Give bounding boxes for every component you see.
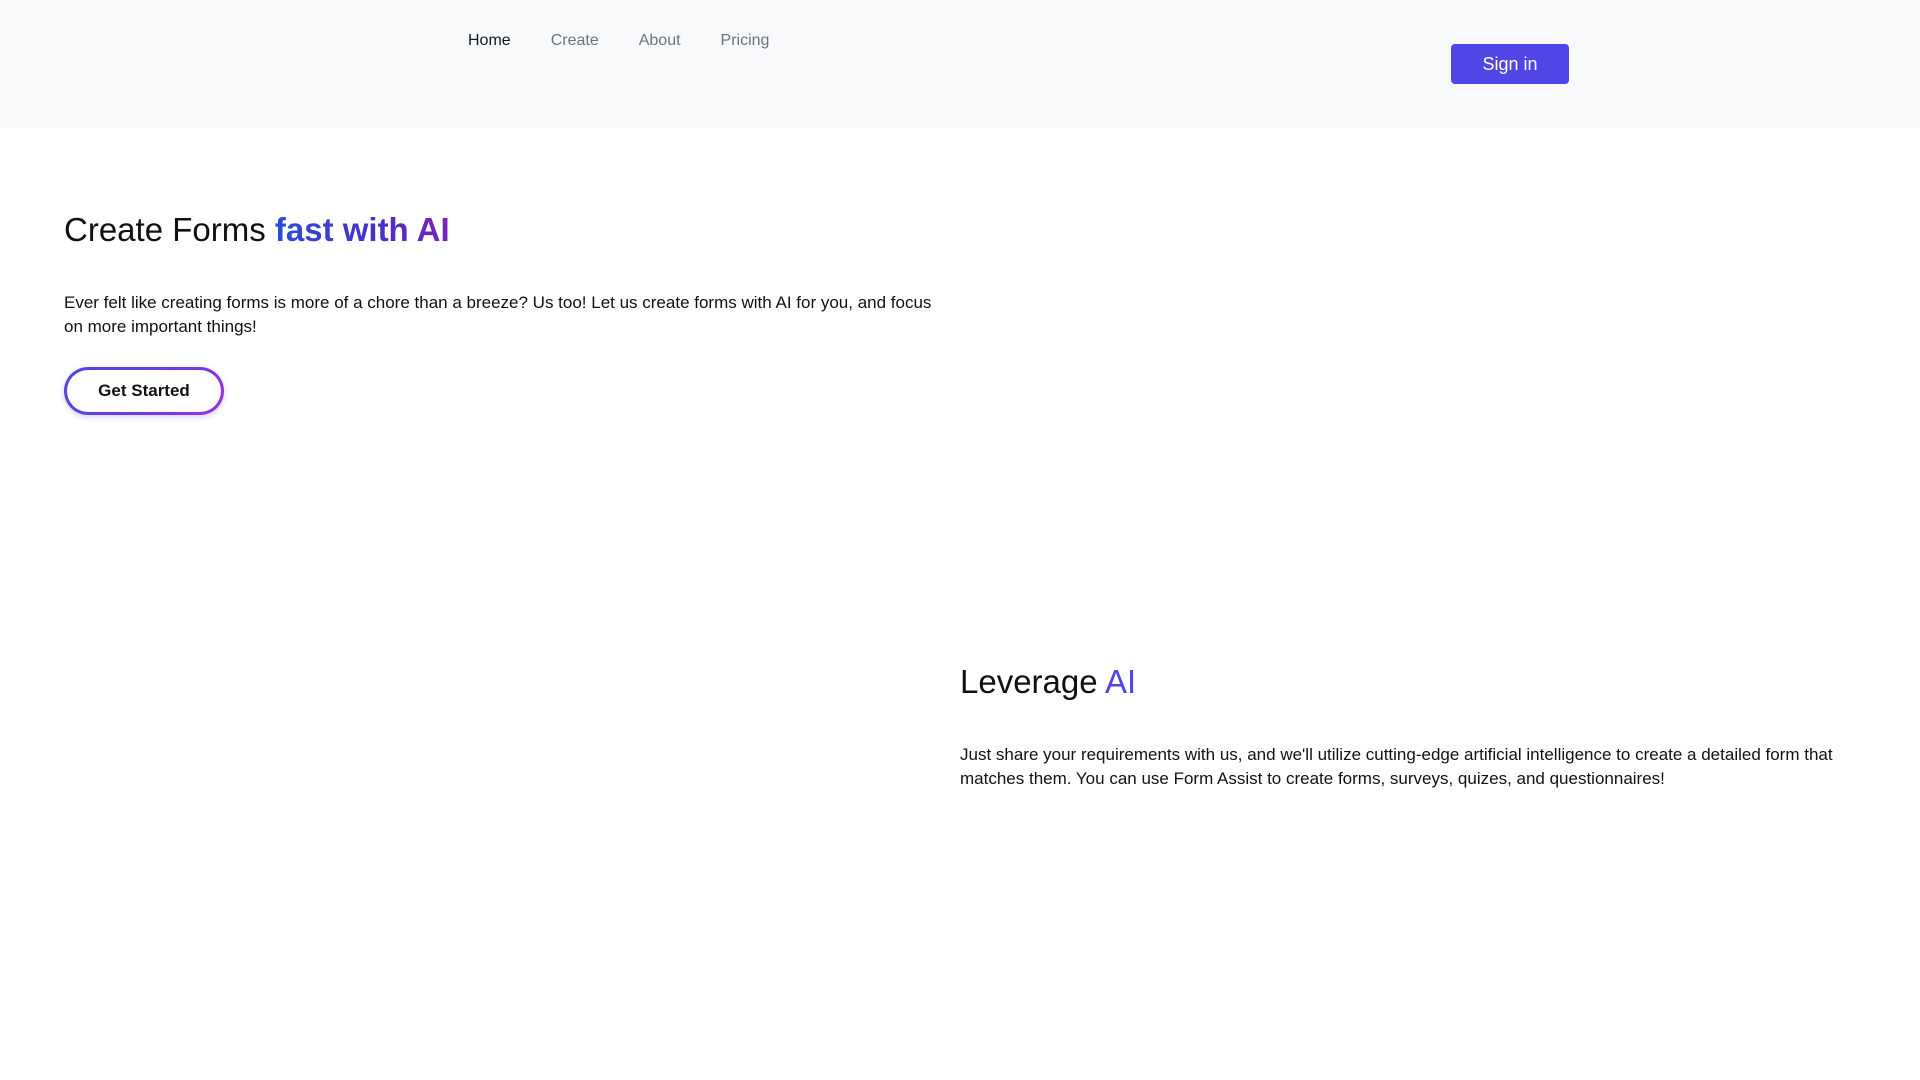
feature-title-highlight: AI (1104, 663, 1137, 700)
hero-title-plain: Create Forms (64, 211, 275, 248)
feature-description: Just share your requirements with us, an… (960, 745, 1833, 788)
sign-in-button[interactable]: Sign in (1451, 44, 1569, 84)
nav-pricing-link[interactable]: Pricing (721, 32, 770, 50)
top-header: Home Create About Pricing Sign in (0, 0, 1920, 128)
hero-title-highlight: fast with AI (274, 211, 450, 248)
main-nav: Home Create About Pricing (468, 32, 809, 50)
get-started-button[interactable]: Get Started (67, 370, 221, 412)
nav-about-link[interactable]: About (639, 32, 681, 50)
feature-title: Leverage AI (960, 660, 1860, 704)
leverage-ai-section: Leverage AI Just share your requirements… (960, 660, 1860, 791)
nav-home-link[interactable]: Home (468, 32, 511, 50)
hero-description: Ever felt like creating forms is more of… (64, 293, 932, 336)
hero-section: Create Forms fast with AI Ever felt like… (64, 208, 954, 415)
hero-title: Create Forms fast with AI (64, 208, 954, 252)
nav-create-link[interactable]: Create (551, 32, 599, 50)
get-started-button-border: Get Started (64, 367, 224, 415)
feature-title-plain: Leverage (960, 663, 1105, 700)
